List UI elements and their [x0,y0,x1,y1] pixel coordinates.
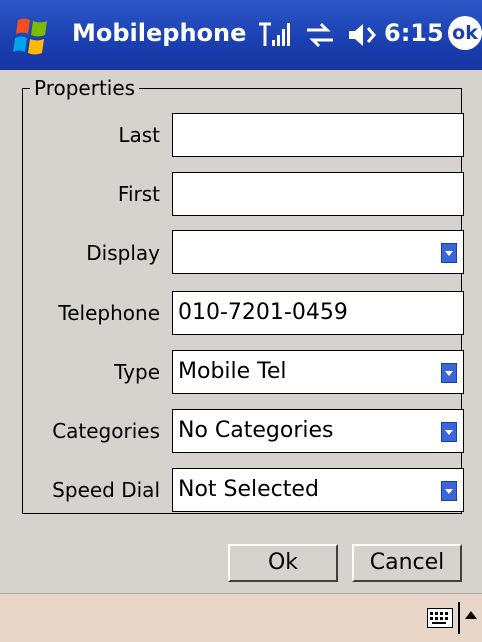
speed-dial-dropdown[interactable]: Not Selected [172,468,464,512]
clock-time[interactable]: 6:15 [384,19,444,47]
type-dropdown[interactable]: Mobile Tel [172,350,464,394]
display-dropdown[interactable] [172,230,464,274]
title-bar: Mobilephone 6:15 ok [0,0,482,70]
ok-close-button[interactable]: ok [448,16,482,50]
ok-button[interactable]: Ok [228,544,338,582]
first-name-input[interactable] [172,172,464,216]
arrow-up-icon[interactable] [465,611,477,619]
windows-start-icon[interactable] [10,14,56,60]
first-label: First [117,182,160,206]
telephone-label: Telephone [58,301,160,325]
signal-icon[interactable] [255,18,291,52]
type-label: Type [114,360,160,384]
speed-dial-label: Speed Dial [52,478,160,502]
app-title: Mobilephone [72,19,247,47]
volume-icon[interactable] [346,18,380,52]
cancel-button[interactable]: Cancel [352,544,462,582]
sync-icon[interactable] [303,18,337,52]
telephone-input[interactable]: 010-7201-0459 [172,291,464,335]
categories-value: No Categories [178,418,334,443]
dropdown-arrow-icon[interactable] [441,363,457,383]
last-label: Last [118,123,160,147]
type-value: Mobile Tel [178,359,287,384]
properties-group-label: Properties [30,76,140,100]
dropdown-arrow-icon[interactable] [441,243,457,263]
keyboard-icon[interactable] [427,608,453,628]
categories-label: Categories [52,419,160,443]
dropdown-arrow-icon[interactable] [441,422,457,442]
last-name-input[interactable] [172,113,464,157]
speed-dial-value: Not Selected [178,477,319,502]
categories-dropdown[interactable]: No Categories [172,409,464,453]
menu-separator [458,602,460,634]
menu-bar [0,593,482,642]
dropdown-arrow-icon[interactable] [441,481,457,501]
display-label: Display [86,241,160,265]
